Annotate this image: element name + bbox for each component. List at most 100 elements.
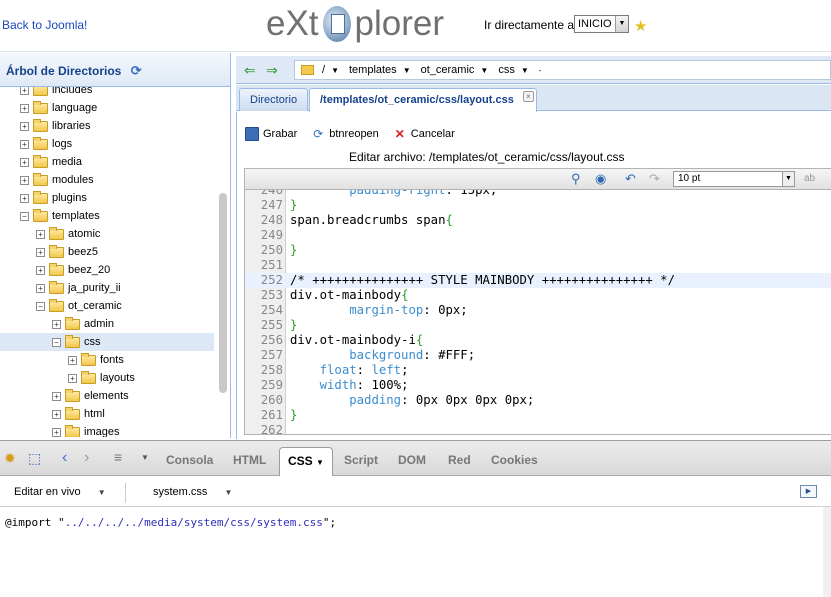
- tree-body: + includes + language + libraries + logs + media +…: [0, 87, 230, 437]
- live-edit-menu[interactable]: Editar en vivo ▼: [14, 486, 106, 498]
- breadcrumb-item[interactable]: templates: [349, 64, 397, 76]
- firebug-scrollbar[interactable]: [823, 507, 831, 597]
- chevron-right-icon[interactable]: ›: [84, 449, 89, 467]
- tree-node[interactable]: + plugins: [0, 189, 214, 207]
- tree-node[interactable]: + language: [0, 99, 214, 117]
- code-token: margin-top: [349, 303, 424, 317]
- collapse-icon[interactable]: −: [36, 301, 45, 311]
- tree-node[interactable]: + elements: [0, 387, 214, 405]
- code-editor[interactable]: 246 padding-right: 15px; 247} 248 span.brea…: [244, 190, 831, 435]
- code-text: }: [290, 198, 297, 213]
- chevron-down-icon[interactable]: ▼: [403, 66, 411, 75]
- expand-icon[interactable]: +: [36, 265, 45, 275]
- tree-node[interactable]: + beez_20: [0, 261, 214, 279]
- tree-node[interactable]: − css: [0, 333, 214, 351]
- expand-icon[interactable]: +: [36, 229, 45, 239]
- tree-node[interactable]: + images: [0, 423, 214, 437]
- expand-icon[interactable]: +: [52, 409, 61, 419]
- expand-icon[interactable]: +: [20, 121, 29, 131]
- folder-icon: [33, 87, 48, 96]
- expand-icon[interactable]: +: [20, 193, 29, 203]
- save-button[interactable]: Grabar: [245, 127, 297, 141]
- firebug-bug-icon[interactable]: ✹: [4, 450, 22, 466]
- tree-node[interactable]: + html: [0, 405, 214, 423]
- menu-icon[interactable]: ≡: [114, 449, 122, 465]
- goto-line-icon[interactable]: ◉: [595, 171, 606, 187]
- css-import-url[interactable]: ../../../../media/system/css/system.css: [65, 516, 323, 529]
- expand-icon[interactable]: +: [20, 139, 29, 149]
- side-panel-toggle-icon[interactable]: ▶: [800, 485, 817, 498]
- tree-node[interactable]: + atomic: [0, 225, 214, 243]
- forward-arrow-icon[interactable]: ⇒: [266, 62, 278, 79]
- chevron-left-icon[interactable]: ‹: [62, 449, 67, 467]
- expand-icon[interactable]: +: [68, 373, 77, 383]
- tree-node[interactable]: + layouts: [0, 369, 214, 387]
- tree-scrollbar[interactable]: [219, 193, 227, 393]
- expand-icon[interactable]: +: [20, 157, 29, 167]
- expand-icon[interactable]: +: [52, 427, 61, 437]
- chevron-down-icon[interactable]: -: [539, 66, 542, 75]
- back-to-joomla-link[interactable]: Back to Joomla!: [2, 18, 87, 32]
- close-icon[interactable]: ×: [522, 91, 534, 102]
- tree-node[interactable]: + logs: [0, 135, 214, 153]
- tab-directorio[interactable]: Directorio: [239, 88, 309, 111]
- undo-icon[interactable]: ↶: [625, 171, 636, 187]
- tree-node[interactable]: + includes: [0, 87, 214, 99]
- firebug-tab-html[interactable]: HTML: [233, 453, 266, 467]
- code-text: width: 100%;: [290, 378, 409, 393]
- chevron-down-icon[interactable]: ▼: [331, 66, 339, 75]
- directory-tree-panel: Árbol de Directorios ⟳ + includes + languag…: [0, 53, 231, 438]
- code-token: {: [401, 288, 409, 302]
- chevron-down-icon[interactable]: ▼: [521, 66, 529, 75]
- cancel-button[interactable]: ✕ Cancelar: [393, 127, 455, 141]
- expand-icon[interactable]: +: [20, 103, 29, 113]
- tree-node[interactable]: + libraries: [0, 117, 214, 135]
- folder-icon: [33, 118, 48, 132]
- tree-node[interactable]: − ot_ceramic: [0, 297, 214, 315]
- back-arrow-icon[interactable]: ⇐: [244, 62, 256, 79]
- chevron-down-icon[interactable]: ▼: [141, 453, 149, 462]
- firebug-tab-net[interactable]: Red: [448, 453, 471, 467]
- expand-icon[interactable]: +: [20, 87, 29, 95]
- search-icon[interactable]: ⚲: [571, 171, 581, 187]
- firebug-tab-dom[interactable]: DOM: [398, 453, 426, 467]
- tree-node[interactable]: − templates: [0, 207, 214, 225]
- code-token: div.ot-mainbody-i: [290, 333, 416, 347]
- inspect-icon[interactable]: ⬚: [28, 450, 41, 467]
- font-size-select[interactable]: 10 pt ▼: [673, 171, 795, 187]
- tree-node[interactable]: + modules: [0, 171, 214, 189]
- line-number: 256: [260, 333, 283, 347]
- expand-icon[interactable]: +: [68, 355, 77, 365]
- css-source[interactable]: @import "../../../../media/system/css/sy…: [5, 516, 336, 529]
- expand-icon[interactable]: +: [52, 319, 61, 329]
- refresh-icon[interactable]: ⟳: [131, 63, 142, 78]
- expand-icon[interactable]: +: [36, 283, 45, 293]
- breadcrumb-root[interactable]: /: [322, 64, 325, 76]
- toggle-highlight-icon[interactable]: ab: [804, 173, 815, 184]
- tree-node[interactable]: + admin: [0, 315, 214, 333]
- breadcrumb-item[interactable]: css: [498, 64, 515, 76]
- path-toolbar: ⇐ ⇒ / ▼ templates ▼ ot_ceramic ▼ css ▼ -: [236, 56, 831, 84]
- firebug-tab-console[interactable]: Consola: [166, 453, 213, 467]
- firebug-tab-css[interactable]: CSS ▼: [279, 447, 333, 476]
- tree-node[interactable]: + beez5: [0, 243, 214, 261]
- expand-icon[interactable]: +: [52, 391, 61, 401]
- firebug-tab-cookies[interactable]: Cookies: [491, 453, 538, 467]
- goto-directory-select[interactable]: INICIO ▼: [574, 15, 629, 33]
- reopen-button[interactable]: ⟳ btnreopen: [311, 127, 379, 141]
- redo-icon[interactable]: ↷: [649, 171, 660, 187]
- css-file-select[interactable]: system.css ▼: [153, 486, 232, 498]
- tree-node[interactable]: + media: [0, 153, 214, 171]
- tree-node[interactable]: + fonts: [0, 351, 214, 369]
- expand-icon[interactable]: +: [36, 247, 45, 257]
- bookmark-star-icon[interactable]: ★: [634, 17, 647, 35]
- firebug-tab-script[interactable]: Script: [344, 453, 378, 467]
- expand-icon[interactable]: +: [20, 175, 29, 185]
- collapse-icon[interactable]: −: [52, 337, 61, 347]
- tree-node[interactable]: + ja_purity_ii: [0, 279, 214, 297]
- tab-layout-css[interactable]: /templates/ot_ceramic/css/layout.css ×: [309, 88, 537, 112]
- breadcrumb-item[interactable]: ot_ceramic: [421, 64, 475, 76]
- collapse-icon[interactable]: −: [20, 211, 29, 221]
- chevron-down-icon[interactable]: ▼: [480, 66, 488, 75]
